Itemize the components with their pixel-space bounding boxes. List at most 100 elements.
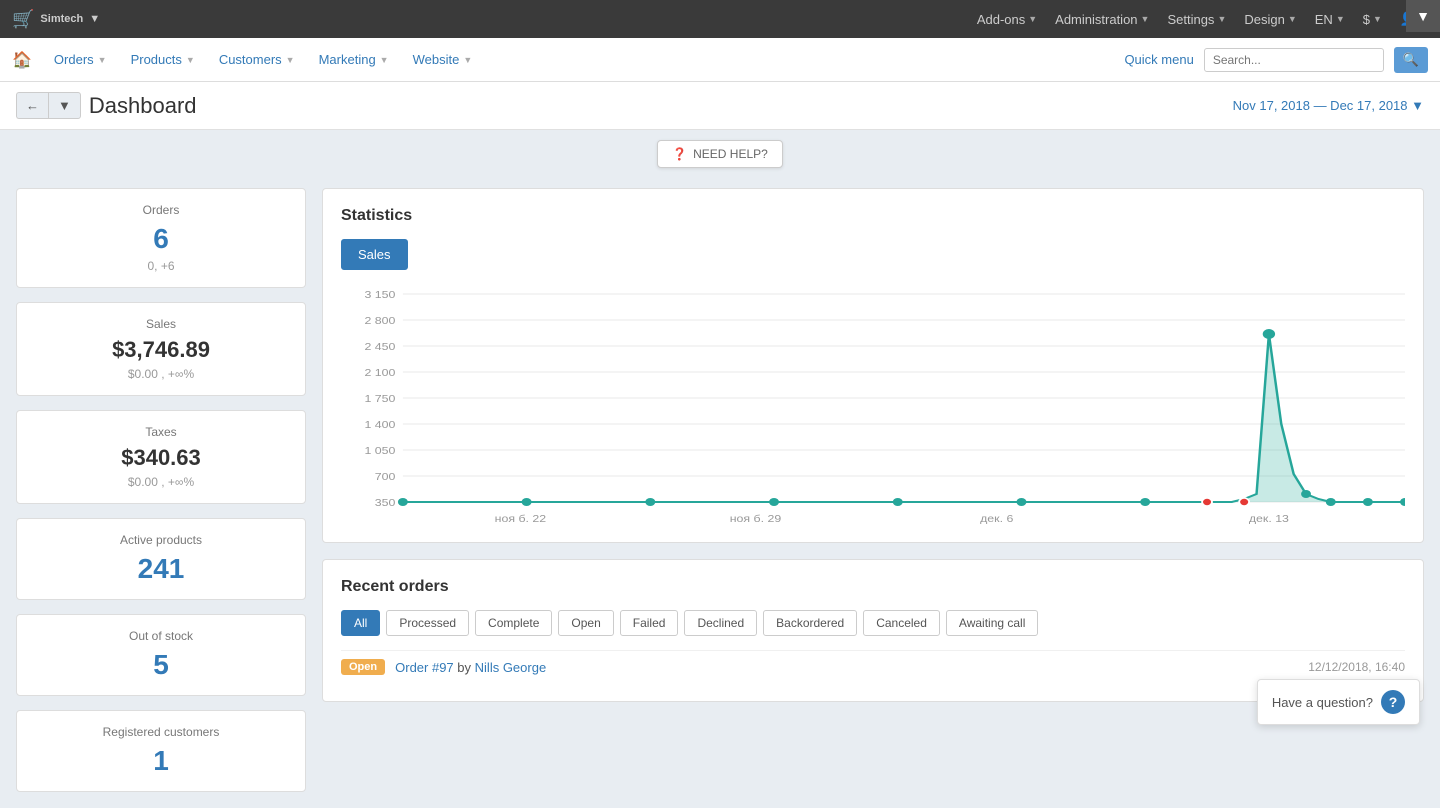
svg-text:1 050: 1 050 — [365, 446, 396, 457]
widget-taxes-label: Taxes — [33, 425, 289, 439]
widget-sales-sub: $0.00 , +∞% — [33, 367, 289, 381]
tab-open[interactable]: Open — [558, 610, 613, 636]
top-bar: 🛒 Simtech ▼ Add-ons ▼ Administration ▼ S… — [0, 0, 1440, 38]
help-container: ❓ NEED HELP? — [0, 140, 1440, 168]
widget-out-of-stock: Out of stock 5 — [16, 614, 306, 696]
brand-caret: ▼ — [89, 13, 100, 25]
customers-caret: ▼ — [286, 55, 295, 65]
back-button[interactable]: ← — [16, 92, 48, 119]
administration-menu[interactable]: Administration ▼ — [1055, 12, 1149, 27]
products-nav-label: Products — [131, 52, 182, 67]
widget-registered-customers-value: 1 — [33, 745, 289, 777]
tab-processed[interactable]: Processed — [386, 610, 469, 636]
orders-nav-label: Orders — [54, 52, 94, 67]
order-date: 12/12/2018, 16:40 — [1308, 660, 1405, 674]
administration-label: Administration — [1055, 12, 1137, 27]
language-menu[interactable]: EN ▼ — [1315, 12, 1345, 27]
tab-canceled[interactable]: Canceled — [863, 610, 940, 636]
chart-area: 3 150 2 800 2 450 2 100 1 750 1 400 1 05… — [341, 284, 1405, 524]
widget-orders-label: Orders — [33, 203, 289, 217]
widget-registered-customers-label: Registered customers — [33, 725, 289, 739]
svg-text:ноя б. 22: ноя б. 22 — [495, 514, 547, 524]
widget-taxes-value: $340.63 — [33, 445, 289, 471]
svg-text:2 100: 2 100 — [365, 368, 396, 379]
orders-nav[interactable]: Orders ▼ — [44, 52, 117, 67]
corner-collapse-button[interactable]: ▼ — [1406, 0, 1440, 32]
tab-awaiting-call[interactable]: Awaiting call — [946, 610, 1038, 636]
order-link[interactable]: Order #97 — [395, 660, 454, 675]
widget-taxes-sub: $0.00 , +∞% — [33, 475, 289, 489]
search-input[interactable] — [1204, 48, 1384, 72]
widget-orders-value: 6 — [33, 223, 289, 255]
tab-all[interactable]: All — [341, 610, 380, 636]
addons-menu[interactable]: Add-ons ▼ — [977, 12, 1037, 27]
tab-declined[interactable]: Declined — [684, 610, 757, 636]
tab-complete[interactable]: Complete — [475, 610, 552, 636]
have-question-widget[interactable]: Have a question? ? — [1257, 679, 1420, 725]
title-bar: ← ▼ Dashboard Nov 17, 2018 — Dec 17, 201… — [0, 82, 1440, 130]
page-title: Dashboard — [89, 93, 197, 119]
customers-nav[interactable]: Customers ▼ — [209, 52, 305, 67]
language-caret: ▼ — [1336, 14, 1345, 24]
quick-menu-link[interactable]: Quick menu — [1124, 52, 1193, 67]
have-question-label: Have a question? — [1272, 695, 1373, 710]
website-nav[interactable]: Website ▼ — [403, 52, 483, 67]
top-bar-left: 🛒 Simtech ▼ — [12, 9, 100, 30]
sales-tab-button[interactable]: Sales — [341, 239, 408, 270]
help-label: NEED HELP? — [693, 147, 768, 161]
svg-text:дек. 6: дек. 6 — [980, 514, 1013, 524]
order-by: by — [457, 660, 471, 675]
statistics-title: Statistics — [341, 207, 1405, 225]
addons-caret: ▼ — [1028, 14, 1037, 24]
chart-container: 3 150 2 800 2 450 2 100 1 750 1 400 1 05… — [341, 284, 1405, 524]
help-button[interactable]: ❓ NEED HELP? — [657, 140, 783, 168]
widget-active-products: Active products 241 — [16, 518, 306, 600]
svg-text:ноя б. 29: ноя б. 29 — [730, 514, 782, 524]
widget-orders-sub: 0, +6 — [33, 259, 289, 273]
corner-icon: ▼ — [1416, 8, 1430, 24]
website-caret: ▼ — [463, 55, 472, 65]
widget-sales-label: Sales — [33, 317, 289, 331]
products-caret: ▼ — [186, 55, 195, 65]
customer-link[interactable]: Nills George — [475, 660, 547, 675]
order-row: Open Order #97 by Nills George 12/12/201… — [341, 650, 1405, 683]
currency-menu[interactable]: $ ▼ — [1363, 12, 1382, 27]
svg-text:3 150: 3 150 — [365, 290, 396, 301]
question-mark-icon: ? — [1381, 690, 1405, 714]
left-column: Orders 6 0, +6 Sales $3,746.89 $0.00 , +… — [16, 188, 306, 792]
widget-active-products-value: 241 — [33, 553, 289, 585]
marketing-nav[interactable]: Marketing ▼ — [309, 52, 399, 67]
widget-sales-value: $3,746.89 — [33, 337, 289, 363]
settings-menu[interactable]: Settings ▼ — [1167, 12, 1226, 27]
widget-sales: Sales $3,746.89 $0.00 , +∞% — [16, 302, 306, 396]
design-menu[interactable]: Design ▼ — [1244, 12, 1296, 27]
order-tabs: All Processed Complete Open Failed Decli… — [341, 610, 1405, 636]
brand-logo[interactable]: 🛒 Simtech ▼ — [12, 9, 100, 30]
tab-failed[interactable]: Failed — [620, 610, 679, 636]
language-label: EN — [1315, 12, 1333, 27]
home-icon[interactable]: 🏠 — [12, 50, 32, 70]
tab-backordered[interactable]: Backordered — [763, 610, 857, 636]
marketing-caret: ▼ — [380, 55, 389, 65]
design-caret: ▼ — [1288, 14, 1297, 24]
title-bar-left: ← ▼ Dashboard — [16, 92, 197, 119]
customers-nav-label: Customers — [219, 52, 282, 67]
statistics-chart: 3 150 2 800 2 450 2 100 1 750 1 400 1 05… — [341, 284, 1405, 524]
main-content: Orders 6 0, +6 Sales $3,746.89 $0.00 , +… — [0, 172, 1440, 808]
svg-text:2 800: 2 800 — [365, 316, 396, 327]
settings-caret: ▼ — [1217, 14, 1226, 24]
svg-text:700: 700 — [375, 472, 396, 483]
settings-label: Settings — [1167, 12, 1214, 27]
products-nav[interactable]: Products ▼ — [121, 52, 205, 67]
statistics-card: Statistics Sales — [322, 188, 1424, 543]
svg-text:1 400: 1 400 — [365, 420, 396, 431]
date-range[interactable]: Nov 17, 2018 — Dec 17, 2018 ▼ — [1233, 98, 1424, 113]
search-button[interactable]: 🔍 — [1394, 47, 1428, 73]
second-nav-left: 🏠 Orders ▼ Products ▼ Customers ▼ Market… — [12, 50, 482, 70]
nav-dropdown-button[interactable]: ▼ — [48, 92, 81, 119]
second-nav-right: Quick menu 🔍 — [1124, 47, 1428, 73]
administration-caret: ▼ — [1141, 14, 1150, 24]
widget-orders: Orders 6 0, +6 — [16, 188, 306, 288]
widget-active-products-label: Active products — [33, 533, 289, 547]
help-circle-icon: ❓ — [672, 147, 687, 161]
